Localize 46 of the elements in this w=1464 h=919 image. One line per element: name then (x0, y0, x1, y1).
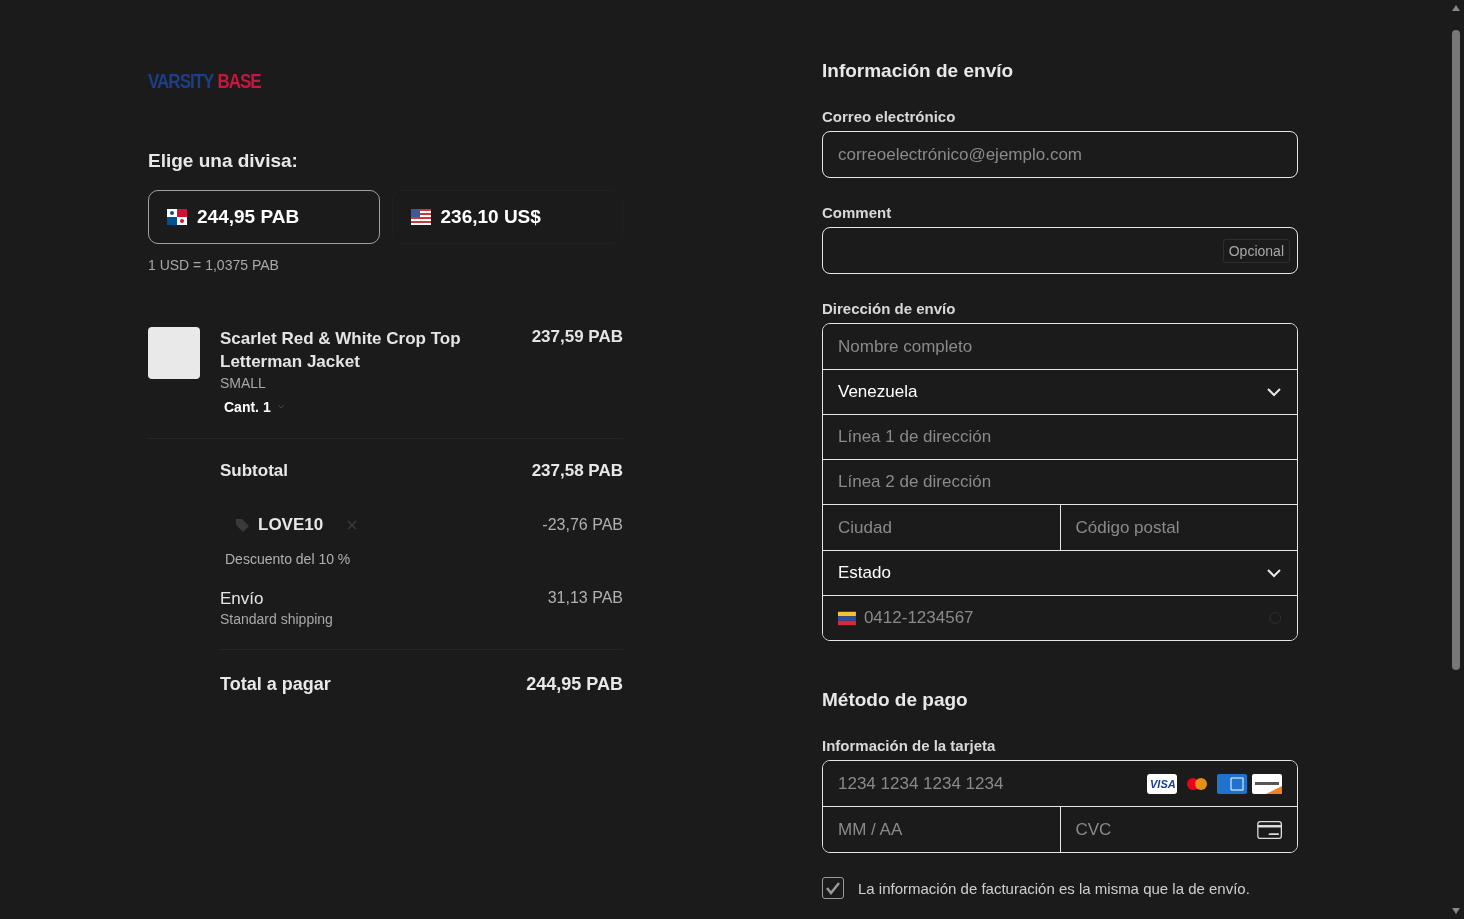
card-icon (1256, 818, 1282, 841)
subtotal-value: 237,58 PAB (531, 461, 623, 481)
discount-amount: -23,76 PAB (542, 516, 623, 534)
email-label: Correo electrónico (822, 108, 957, 125)
scroll-up-icon[interactable] (1451, 4, 1461, 12)
product-price: 237,59 PAB (531, 327, 623, 347)
shipping-heading: Información de envío (822, 60, 1015, 82)
product-name: Scarlet Red & White Crop Top Letterman Jacket (220, 328, 462, 373)
checkbox[interactable] (822, 877, 844, 899)
card-logo-icon (1217, 773, 1247, 794)
email-field[interactable]: correoelectrónico@ejemplo.com (822, 131, 1298, 178)
chevron-down-icon (1266, 568, 1282, 578)
total-value: 244,95 PAB (526, 674, 623, 695)
comment-field[interactable]: Opcional (822, 227, 1298, 274)
total-label: Total a pagar (220, 674, 331, 695)
phone-field[interactable]: 0412-1234567 (863, 608, 1262, 628)
subtotal-label: Subtotal (220, 461, 288, 481)
scroll-down-icon[interactable] (1451, 907, 1461, 915)
shipping-label: Envío (220, 589, 265, 609)
payment-heading: Método de pago (822, 689, 969, 711)
quantity-selector[interactable]: Cant. 1 (224, 399, 285, 415)
exchange-rate: 1 USD = 1,0375 PAB (148, 257, 280, 273)
currency-heading: Elige una divisa: (148, 150, 299, 172)
currency-option[interactable]: 236,10 US$ (391, 190, 623, 244)
comment-label: Comment (822, 204, 893, 221)
scrollbar-thumb[interactable] (1452, 30, 1460, 670)
card-brand-badge: VISA (1147, 773, 1177, 794)
currency-option[interactable]: 244,95 PAB (148, 190, 380, 244)
product-photo-placeholder (148, 327, 200, 379)
card-brand-icon (1252, 773, 1282, 794)
discount-code: LOVE10 (258, 515, 324, 535)
flag-icon (167, 209, 187, 225)
discount-description: Descuento del 10 % (225, 551, 352, 567)
billing-same-label: La información de facturación es la misma que la de envío. (858, 879, 1250, 897)
shipping-value: 31,13 PAB (547, 589, 623, 607)
tag-icon (234, 517, 250, 533)
cvc-field[interactable]: CVC (1075, 819, 1249, 840)
card-number-field[interactable]: 1234 1234 1234 1234 (838, 773, 1139, 794)
flag-icon (410, 209, 431, 225)
flag-icon (838, 610, 856, 626)
shipping-method: Standard shipping (220, 611, 333, 627)
address-label: Dirección de envío (822, 300, 957, 317)
optional-badge: Opcional (1222, 238, 1290, 263)
product-variant: SMALL (220, 375, 267, 391)
chevron-down-icon (1266, 387, 1282, 397)
card-label: Información de la tarjeta (822, 737, 997, 754)
